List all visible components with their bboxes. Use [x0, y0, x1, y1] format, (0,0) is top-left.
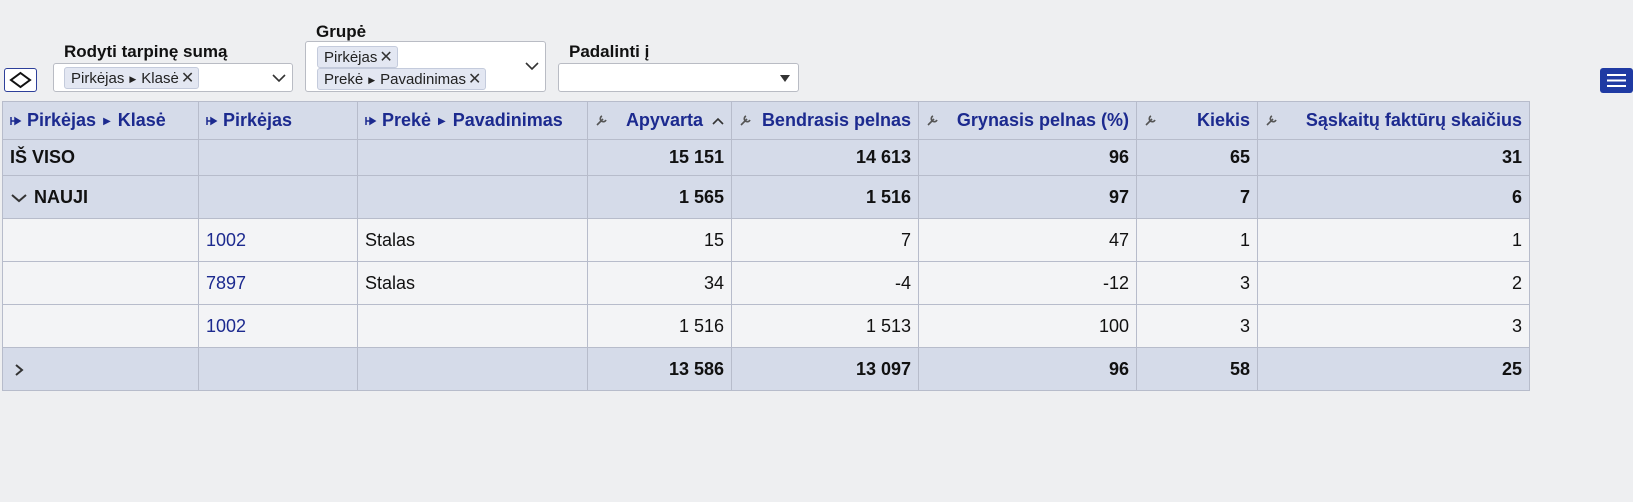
pirkejas-link[interactable]: 1002 [198, 304, 358, 348]
header-col4: Apyvarta [625, 110, 703, 130]
group-row-collapsed[interactable]: 13 586 13 097 96 58 25 [2, 347, 1530, 391]
header-col3-part1: Prekė [382, 110, 432, 130]
hamburger-menu-icon [1607, 74, 1626, 87]
pirkejas-link[interactable]: 7897 [198, 261, 358, 305]
header-col1-part1: Pirkėjas [27, 110, 97, 130]
split-label: Padalinti į [569, 42, 650, 61]
header-col3-part2: Pavadinimas [452, 110, 563, 130]
header-col1-part2: Klasė [117, 110, 166, 130]
header-col7: Kiekis [1196, 110, 1250, 130]
chevron-down-icon[interactable] [272, 74, 286, 83]
wrench-icon[interactable] [1144, 113, 1158, 127]
column-header-saskaitu-skaicius[interactable]: Sąskaitų faktūrų skaičius [1257, 101, 1530, 140]
group2-kiekis: 58 [1136, 347, 1258, 391]
subtotal-chip-part1: Pirkėjas [71, 70, 125, 87]
wrench-icon[interactable] [1265, 113, 1279, 127]
group1-grynasis: 97 [918, 175, 1137, 219]
header-col6: Grynasis pelnas (%) [956, 110, 1129, 130]
total-apyvarta: 15 151 [587, 139, 732, 176]
subtotal-select[interactable]: Pirkėjas ▶ Klasė ✕ [53, 63, 293, 92]
table-row: 1002 1 516 1 513 100 3 3 [2, 304, 1530, 348]
preke-cell: Stalas [357, 218, 588, 262]
total-row: IŠ VISO 15 151 14 613 96 65 31 [2, 139, 1530, 176]
column-header-grynasis-pelnas[interactable]: Grynasis pelnas (%) [918, 101, 1137, 140]
saskaitos-cell: 3 [1257, 304, 1530, 348]
group2-apyvarta: 13 586 [587, 347, 732, 391]
kiekis-cell: 3 [1136, 304, 1258, 348]
split-select[interactable] [558, 63, 799, 92]
group2-grynasis: 96 [918, 347, 1137, 391]
grynasis-cell: -12 [918, 261, 1137, 305]
group-select[interactable]: Pirkėjas ✕ Prekė ▶ Pavadinimas ✕ [305, 41, 546, 92]
saskaitos-cell: 1 [1257, 218, 1530, 262]
bendrasis-cell: 1 513 [731, 304, 919, 348]
pin-icon[interactable] [206, 115, 218, 127]
group-row-nauji[interactable]: NAUJI 1 565 1 516 97 7 6 [2, 175, 1530, 219]
preke-cell: Stalas [357, 261, 588, 305]
header-col2: Pirkėjas [223, 110, 293, 130]
group2-bendrasis: 13 097 [731, 347, 919, 391]
table-row: 1002 Stalas 15 7 47 1 1 [2, 218, 1530, 262]
pirkejas-link[interactable]: 1002 [198, 218, 358, 262]
chevron-down-icon[interactable] [10, 192, 28, 204]
group-chip-2-part2: Pavadinimas [380, 71, 466, 88]
remove-x-icon[interactable]: ✕ [379, 49, 392, 66]
apyvarta-cell: 34 [587, 261, 732, 305]
bendrasis-cell: 7 [731, 218, 919, 262]
remove-x-icon[interactable]: ✕ [468, 71, 481, 88]
chevron-right-icon[interactable] [10, 363, 28, 376]
pivot-table: Pirkėjas ▶ Klasė Pirkėjas Prekė ▶ Pavadinima… [2, 101, 1530, 391]
apyvarta-cell: 1 516 [587, 304, 732, 348]
wrench-icon[interactable] [926, 113, 940, 127]
group-chip-1: Pirkėjas ✕ [317, 46, 398, 68]
apyvarta-cell: 15 [587, 218, 732, 262]
chevron-down-icon[interactable] [525, 62, 539, 71]
subtotal-chip-part2: Klasė [141, 70, 179, 87]
subtotal-chip: Pirkėjas ▶ Klasė ✕ [64, 67, 200, 89]
column-header-preke-pavadinimas[interactable]: Prekė ▶ Pavadinimas [357, 101, 588, 140]
pin-icon[interactable] [365, 115, 377, 127]
group-chip-1-text: Pirkėjas [324, 49, 378, 66]
group1-kiekis: 7 [1136, 175, 1258, 219]
header-row: Pirkėjas ▶ Klasė Pirkėjas Prekė ▶ Pavadinima… [2, 101, 1530, 140]
dropdown-triangle-icon[interactable] [779, 74, 791, 83]
collapse-expand-button[interactable] [4, 68, 37, 92]
total-saskaitos: 31 [1257, 139, 1530, 176]
pin-icon[interactable] [10, 115, 22, 127]
group1-saskaitos: 6 [1257, 175, 1530, 219]
column-header-pirkejas[interactable]: Pirkėjas [198, 101, 358, 140]
preke-cell [357, 304, 588, 348]
column-header-kiekis[interactable]: Kiekis [1136, 101, 1258, 140]
sort-ascending-icon[interactable] [712, 117, 724, 125]
kiekis-cell: 1 [1136, 218, 1258, 262]
group-chip-2: Prekė ▶ Pavadinimas ✕ [317, 68, 487, 90]
kiekis-cell: 3 [1136, 261, 1258, 305]
column-header-apyvarta[interactable]: Apyvarta [587, 101, 732, 140]
total-label: IŠ VISO [2, 139, 199, 176]
group1-apyvarta: 1 565 [587, 175, 732, 219]
total-bendrasis: 14 613 [731, 139, 919, 176]
menu-button[interactable] [1600, 68, 1633, 93]
subtotal-label: Rodyti tarpinę sumą [64, 42, 228, 61]
total-kiekis: 65 [1136, 139, 1258, 176]
column-header-bendrasis-pelnas[interactable]: Bendrasis pelnas [731, 101, 919, 140]
column-header-pirkejas-klase[interactable]: Pirkėjas ▶ Klasė [2, 101, 199, 140]
collapse-expand-icon [9, 71, 32, 89]
wrench-icon[interactable] [595, 113, 609, 127]
group2-saskaitos: 25 [1257, 347, 1530, 391]
table-row: 7897 Stalas 34 -4 -12 3 2 [2, 261, 1530, 305]
total-grynasis: 96 [918, 139, 1137, 176]
group-chip-2-part1: Prekė [324, 71, 364, 88]
remove-x-icon[interactable]: ✕ [181, 70, 194, 87]
header-col8: Sąskaitų faktūrų skaičius [1305, 110, 1522, 130]
header-col5: Bendrasis pelnas [761, 110, 911, 130]
group-label-nauji: NAUJI [34, 186, 89, 207]
group1-bendrasis: 1 516 [731, 175, 919, 219]
saskaitos-cell: 2 [1257, 261, 1530, 305]
group-label: Grupė [316, 22, 367, 41]
bendrasis-cell: -4 [731, 261, 919, 305]
grynasis-cell: 100 [918, 304, 1137, 348]
wrench-icon[interactable] [739, 113, 753, 127]
grynasis-cell: 47 [918, 218, 1137, 262]
